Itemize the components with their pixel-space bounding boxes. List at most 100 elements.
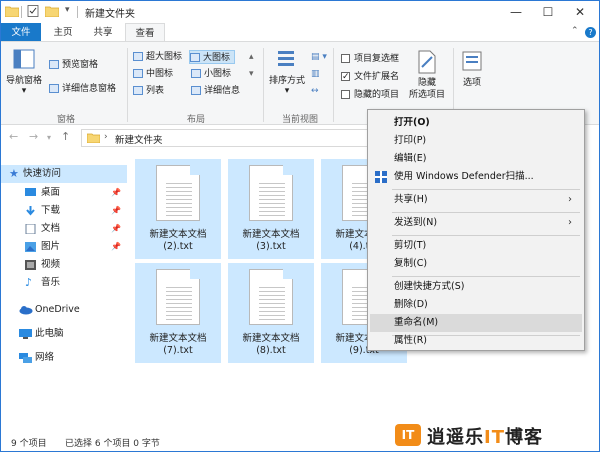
checkbox[interactable] bbox=[341, 54, 350, 63]
file-item[interactable]: 新建文本文档 (7).txt bbox=[135, 263, 221, 363]
new-folder-icon[interactable] bbox=[45, 5, 59, 17]
chevron-down-icon: ▾ bbox=[284, 86, 290, 96]
text-file-icon bbox=[156, 269, 200, 325]
file-name: 新建文本文档 (3).txt bbox=[242, 229, 300, 252]
folder-icon[interactable] bbox=[5, 5, 19, 17]
menu-item-create-shortcut[interactable]: 创建快捷方式(S) bbox=[370, 278, 582, 296]
collapse-ribbon-icon[interactable]: ⌃ bbox=[571, 26, 579, 36]
extra-large-icons-icon bbox=[133, 52, 143, 61]
back-arrow-icon[interactable]: ← bbox=[9, 130, 18, 143]
layout-large-icons[interactable]: 大图标 bbox=[189, 50, 236, 64]
star-icon: ★ bbox=[9, 167, 19, 180]
options-icon bbox=[462, 51, 482, 71]
nav-item-pictures[interactable]: 图片 📌 bbox=[1, 238, 127, 256]
nav-pane-button[interactable]: 导航窗格 ▾ bbox=[5, 48, 43, 96]
breadcrumb-arrow-icon[interactable]: › bbox=[104, 132, 108, 142]
menu-item-share[interactable]: 共享(H) › bbox=[370, 191, 582, 209]
quick-access-dropdown-icon[interactable]: ▾ bbox=[65, 5, 70, 15]
forward-arrow-icon[interactable]: → bbox=[29, 130, 38, 143]
explorer-window: ▾ 新建文件夹 — ☐ ✕ 文件 主页 共享 查看 ⌃ ? 导航窗格 ▾ 预览窗… bbox=[0, 0, 600, 452]
nav-item-downloads[interactable]: 下载 📌 bbox=[1, 202, 127, 220]
options-label: 选项 bbox=[462, 78, 481, 88]
help-icon[interactable]: ? bbox=[585, 27, 596, 38]
pin-icon[interactable]: 📌 bbox=[111, 202, 121, 220]
nav-item-desktop[interactable]: 桌面 📌 bbox=[1, 184, 127, 202]
menu-item-defender-scan[interactable]: 使用 Windows Defender扫描... bbox=[370, 168, 582, 186]
menu-item-copy[interactable]: 复制(C) bbox=[370, 255, 582, 273]
breadcrumb[interactable]: 新建文件夹 bbox=[115, 132, 163, 146]
layout-medium-icons[interactable]: 中图标 bbox=[133, 67, 173, 81]
menu-item-properties[interactable]: 属性(R) bbox=[370, 332, 582, 350]
pin-icon[interactable]: 📌 bbox=[111, 238, 121, 256]
menu-item-delete[interactable]: 删除(D) bbox=[370, 296, 582, 314]
sort-icon bbox=[278, 51, 294, 66]
menu-item-edit[interactable]: 编辑(E) bbox=[370, 150, 582, 168]
tab-home[interactable]: 主页 bbox=[45, 23, 81, 42]
window-title: 新建文件夹 bbox=[85, 9, 135, 20]
divider bbox=[21, 6, 22, 18]
hide-selected-label: 隐藏 所选项目 bbox=[408, 78, 445, 100]
maximize-button[interactable]: ☐ bbox=[531, 1, 565, 23]
sort-by-button[interactable]: 排序方式 ▾ bbox=[267, 48, 307, 96]
menu-item-open[interactable]: 打开(O) bbox=[370, 114, 582, 132]
layout-list[interactable]: 列表 bbox=[133, 84, 164, 98]
minimize-button[interactable]: — bbox=[499, 1, 533, 23]
hidden-items-checkbox[interactable]: 隐藏的项目 bbox=[341, 88, 399, 102]
item-checkboxes-checkbox[interactable]: 项目复选框 bbox=[341, 52, 399, 66]
nav-item-music[interactable]: ♪ 音乐 bbox=[1, 274, 127, 292]
tab-file[interactable]: 文件 bbox=[1, 23, 41, 42]
checkbox-checked[interactable] bbox=[341, 70, 350, 84]
hide-selected-icon bbox=[418, 50, 436, 74]
text-file-icon bbox=[156, 165, 200, 221]
menu-item-cut[interactable]: 剪切(T) bbox=[370, 237, 582, 255]
layout-scroll-up-icon[interactable]: ▴ bbox=[249, 50, 254, 64]
title-bar: ▾ 新建文件夹 — ☐ ✕ bbox=[1, 1, 599, 23]
add-columns-icon[interactable]: ▥ bbox=[311, 67, 320, 81]
music-icon: ♪ bbox=[25, 276, 33, 289]
group-by-icon[interactable]: ▤ ▾ bbox=[311, 50, 327, 64]
up-arrow-icon[interactable]: ↑ bbox=[61, 130, 70, 143]
sort-by-label: 排序方式 bbox=[268, 76, 305, 86]
layout-scroll-down-icon[interactable]: ▾ bbox=[249, 67, 254, 81]
menu-item-send-to[interactable]: 发送到(N) › bbox=[370, 214, 582, 232]
properties-icon[interactable] bbox=[27, 5, 41, 17]
nav-pane-label: 导航窗格 bbox=[5, 76, 42, 86]
pictures-icon bbox=[25, 242, 36, 252]
folder-icon bbox=[87, 133, 100, 143]
submenu-arrow-icon: › bbox=[568, 194, 572, 205]
nav-item-network[interactable]: 网络 bbox=[1, 349, 127, 367]
layout-small-icons[interactable]: 小图标 bbox=[191, 67, 231, 81]
nav-item-quick-access[interactable]: ★ 快速访问 bbox=[1, 165, 127, 183]
file-item[interactable]: 新建文本文档 (3).txt bbox=[228, 159, 314, 259]
size-columns-icon[interactable]: ↔ bbox=[311, 84, 319, 98]
layout-details[interactable]: 详细信息 bbox=[191, 84, 240, 98]
options-button[interactable]: 选项 bbox=[457, 50, 487, 88]
recent-locations-icon[interactable]: ▾ bbox=[47, 133, 51, 142]
details-pane-icon bbox=[49, 84, 59, 93]
preview-pane-button[interactable]: 预览窗格 bbox=[49, 58, 98, 72]
close-button[interactable]: ✕ bbox=[563, 1, 597, 23]
text-file-icon bbox=[249, 165, 293, 221]
file-extensions-checkbox[interactable]: 文件扩展名 bbox=[341, 70, 399, 84]
nav-item-this-pc[interactable]: 此电脑 bbox=[1, 325, 127, 343]
hide-selected-button[interactable]: 隐藏 所选项目 bbox=[405, 50, 449, 101]
group-label-current-view: 当前视图 bbox=[281, 115, 318, 125]
nav-item-videos[interactable]: 视频 bbox=[1, 256, 127, 274]
address-bar[interactable]: › 新建文件夹 bbox=[81, 129, 381, 147]
documents-icon bbox=[25, 224, 36, 234]
pin-icon[interactable]: 📌 bbox=[111, 184, 121, 202]
tab-view[interactable]: 查看 bbox=[125, 23, 165, 42]
divider bbox=[127, 48, 128, 122]
details-pane-button[interactable]: 详细信息窗格 bbox=[49, 82, 116, 96]
nav-item-documents[interactable]: 文档 📌 bbox=[1, 220, 127, 238]
nav-item-onedrive[interactable]: OneDrive bbox=[1, 301, 127, 319]
menu-item-print[interactable]: 打印(P) bbox=[370, 132, 582, 150]
file-item[interactable]: 新建文本文档 (2).txt bbox=[135, 159, 221, 259]
tab-share[interactable]: 共享 bbox=[85, 23, 121, 42]
checkbox[interactable] bbox=[341, 90, 350, 99]
file-item[interactable]: 新建文本文档 (8).txt bbox=[228, 263, 314, 363]
pin-icon[interactable]: 📌 bbox=[111, 220, 121, 238]
list-icon bbox=[133, 86, 143, 95]
layout-extra-large-icons[interactable]: 超大图标 bbox=[133, 50, 182, 64]
menu-item-rename[interactable]: 重命名(M) bbox=[370, 314, 582, 332]
